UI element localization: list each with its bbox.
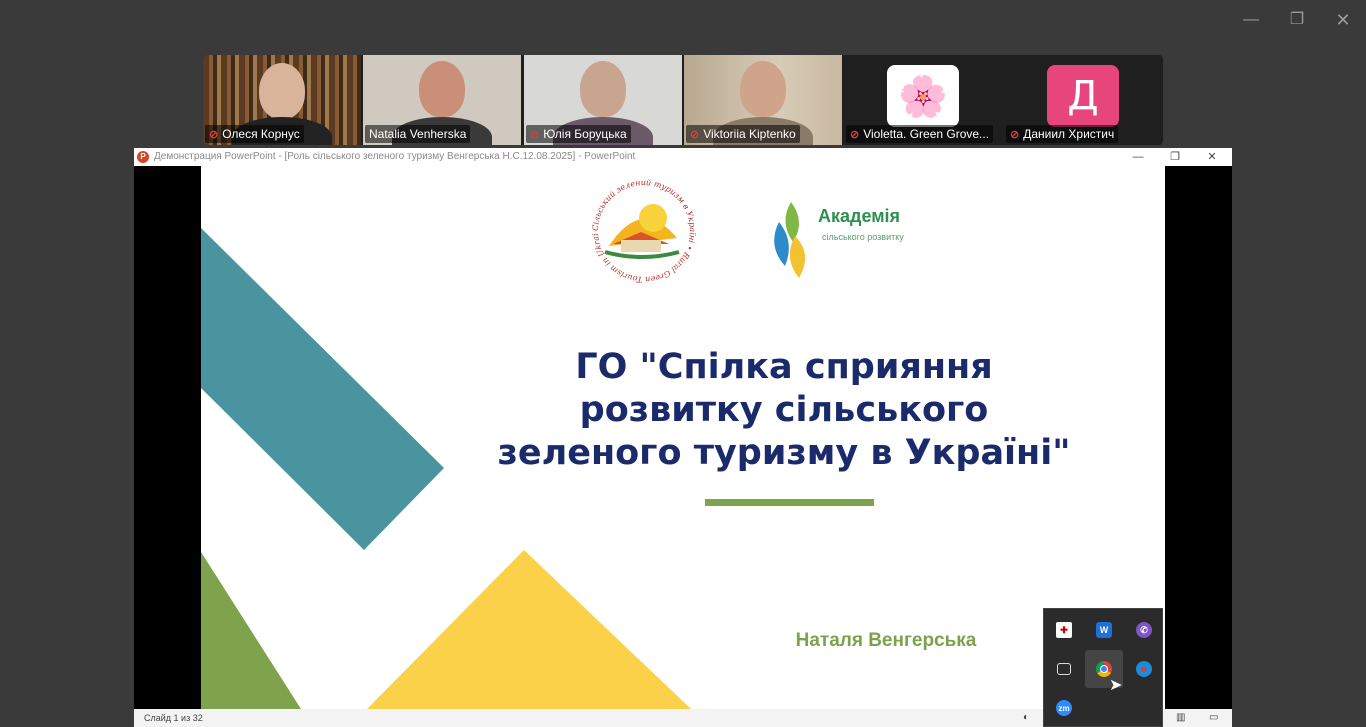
participant-label: ⊘ Олеся Корнус bbox=[205, 125, 304, 143]
participant-label: ⊘ Даниил Христич bbox=[1006, 125, 1119, 143]
slide-title: ГО "Спілка сприяння розвитку сільського … bbox=[497, 347, 1071, 473]
waves-app-icon[interactable]: W bbox=[1085, 611, 1123, 649]
yellow-triangle-shape bbox=[367, 550, 691, 709]
slide-author: Наталя Венгерська bbox=[795, 630, 977, 651]
teams-camera-icon[interactable] bbox=[1045, 650, 1083, 688]
participant-name: Viktoriia Kiptenko bbox=[703, 127, 796, 141]
avatar: Д bbox=[1047, 65, 1119, 127]
teal-band-shape bbox=[201, 228, 444, 550]
participant-name: Олеся Корнус bbox=[222, 127, 300, 141]
participant-tile[interactable]: ⊘ Viktoriia Kiptenko bbox=[684, 55, 842, 145]
slideshow-icon[interactable]: ▭ bbox=[1209, 709, 1218, 727]
participant-name: Юлія Боруцька bbox=[543, 127, 627, 141]
window-close-button[interactable]: ✕ bbox=[1333, 10, 1353, 30]
powerpoint-title-bar: P Демонстрация PowerPoint - [Роль сільсь… bbox=[134, 148, 1232, 166]
mic-off-icon: ⊘ bbox=[850, 128, 860, 141]
mic-off-icon: ⊘ bbox=[209, 128, 219, 141]
window-title: Демонстрация PowerPoint - [Роль сільсько… bbox=[154, 151, 636, 162]
mic-off-icon: ⊘ bbox=[690, 128, 700, 141]
participant-face bbox=[740, 61, 786, 117]
rural-tourism-logo-ring: Сільський зелений туризм в Україні • Rur… bbox=[589, 176, 697, 284]
system-tray-popup: ✚ W ✆ ■ zm ➤ bbox=[1043, 608, 1163, 727]
security-shield-icon[interactable]: ✚ bbox=[1045, 611, 1083, 649]
participant-name: Violetta. Green Grove... bbox=[863, 127, 990, 141]
window-minimize-button[interactable]: — bbox=[1241, 10, 1261, 30]
academy-logo-mark bbox=[774, 202, 806, 278]
academy-logo-title: Академія bbox=[818, 206, 901, 226]
slide-counter: Слайд 1 из 32 bbox=[144, 713, 203, 723]
participant-face bbox=[419, 61, 465, 117]
slide: Сільський зелений туризм в Україні • Rur… bbox=[201, 166, 1165, 709]
svg-text:Сільський зелений туризм в Укр: Сільський зелений туризм в Україні • Rur… bbox=[589, 176, 697, 284]
mic-off-icon: ⊘ bbox=[530, 128, 540, 141]
window-maximize-button[interactable]: ❐ bbox=[1287, 10, 1307, 30]
participant-name: Даниил Христич bbox=[1023, 127, 1115, 141]
participant-name: Natalia Venherska bbox=[369, 127, 467, 141]
screen-share-icon[interactable]: ■ bbox=[1125, 650, 1163, 688]
participant-tile[interactable]: Д ⊘ Даниил Христич bbox=[1004, 55, 1162, 145]
zoom-icon[interactable]: zm bbox=[1045, 689, 1083, 727]
participant-label: ⊘ Violetta. Green Grove... bbox=[846, 125, 994, 143]
reading-view-icon[interactable]: ▥ bbox=[1176, 709, 1185, 727]
ppt-close-button[interactable]: ✕ bbox=[1204, 148, 1220, 166]
mouse-cursor-icon: ➤ bbox=[1109, 677, 1123, 694]
mic-off-icon: ⊘ bbox=[1010, 128, 1020, 141]
participant-label: ⊘ Viktoriia Kiptenko bbox=[686, 125, 800, 143]
participant-tile[interactable]: ⊘ Юлія Боруцька bbox=[524, 55, 682, 145]
viber-icon[interactable]: ✆ bbox=[1125, 611, 1163, 649]
avatar: 🌸 bbox=[887, 65, 959, 127]
notes-icon[interactable]: ◐ bbox=[1023, 709, 1029, 727]
participant-label: ⊘ Юлія Боруцька bbox=[526, 125, 631, 143]
green-triangle-shape bbox=[201, 552, 301, 709]
participant-tile-active[interactable]: Natalia Venherska bbox=[363, 55, 521, 145]
participant-face bbox=[259, 63, 305, 119]
title-underline bbox=[705, 499, 874, 506]
participant-label: Natalia Venherska bbox=[365, 125, 471, 143]
participant-face bbox=[580, 61, 626, 117]
ppt-maximize-button[interactable]: ❐ bbox=[1167, 148, 1183, 166]
powerpoint-icon: P bbox=[137, 151, 149, 163]
participant-tile[interactable]: ⊘ Олеся Корнус bbox=[203, 55, 361, 145]
ppt-minimize-button[interactable]: — bbox=[1130, 148, 1146, 166]
participant-tile[interactable]: 🌸 ⊘ Violetta. Green Grove... bbox=[844, 55, 1002, 145]
participant-strip: ⊘ Олеся Корнус Natalia Venherska ⊘ Юлія … bbox=[203, 55, 1163, 145]
logo-ring-text: Сільський зелений туризм в Україні • Rur… bbox=[589, 176, 697, 284]
academy-logo-subtitle: сільського розвитку bbox=[822, 232, 904, 242]
